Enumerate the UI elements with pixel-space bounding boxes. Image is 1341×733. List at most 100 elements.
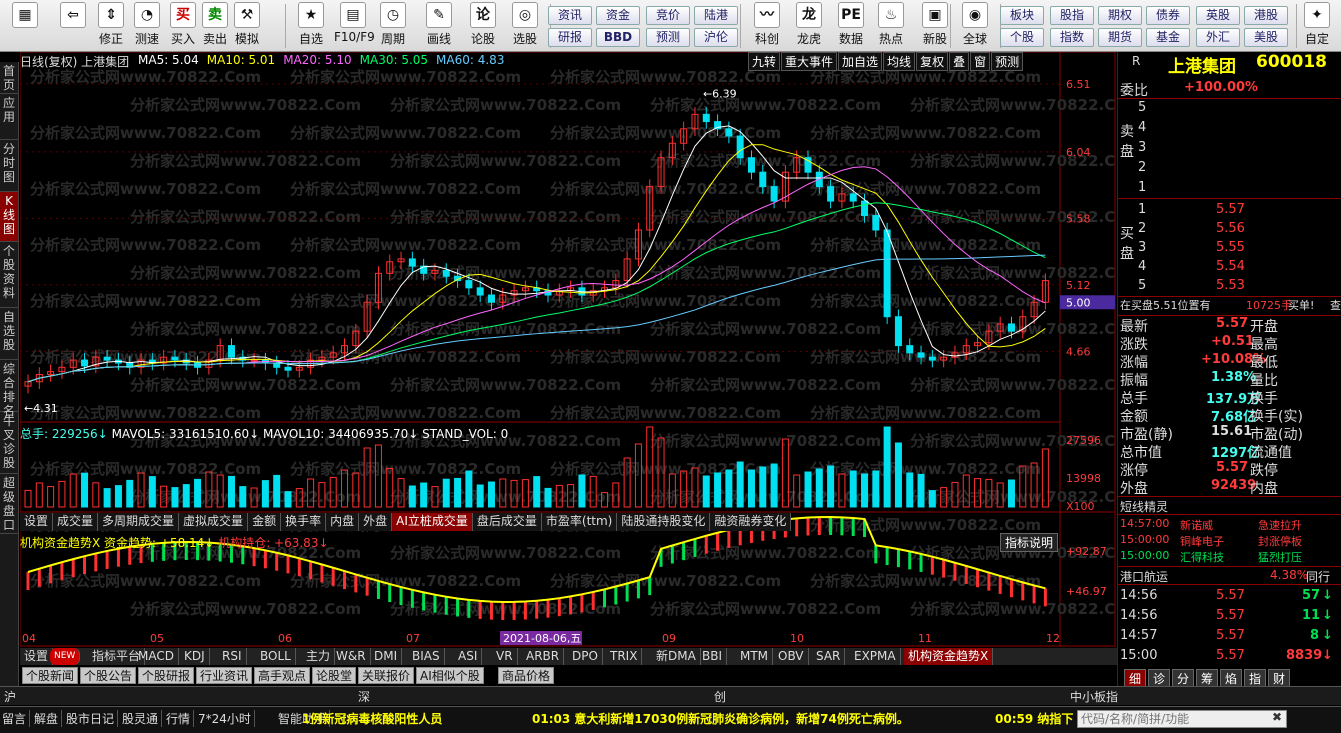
subtab-4[interactable]: 金额	[248, 513, 282, 531]
quick-5-button[interactable]: 股指	[1050, 6, 1094, 25]
ind-tab-8[interactable]: W&R	[332, 648, 371, 665]
status-item-1[interactable]: 解盘	[34, 710, 63, 727]
ind-tab-4[interactable]: KDJ	[180, 648, 210, 665]
news-tab-4[interactable]: 高手观点	[254, 667, 311, 684]
subtab-2[interactable]: 多周期成交量	[98, 513, 180, 531]
star-button[interactable]: ★ 自选	[292, 2, 330, 50]
leftnav-item-6[interactable]: 综 合 排 名	[0, 360, 18, 418]
ind-tab-15[interactable]: TRIX	[606, 648, 643, 665]
search-clear-icon[interactable]: ✖	[1272, 710, 1282, 724]
dragon-button[interactable]: 龙龙虎	[790, 2, 828, 50]
news-ticker-1[interactable]: 1例新冠病毒核酸阳性人员	[302, 710, 442, 727]
subtab-3[interactable]: 虚拟成交量	[179, 513, 249, 531]
ind-tab-21[interactable]: EXPMA	[850, 648, 901, 665]
kline-chart-area[interactable]: 分析家公式网www.70822.Com 分析家公式网www.70822.Com 分析…	[19, 51, 1141, 647]
clock-button[interactable]: ◔ 测速	[128, 2, 166, 50]
status-item-3[interactable]: 股灵通	[122, 710, 163, 727]
leftnav-item-2[interactable]: 分 时 图	[0, 140, 18, 192]
grid-button[interactable]: ▦	[6, 2, 44, 50]
indicator-help-button[interactable]: 指标说明	[1000, 533, 1059, 552]
status-item-2[interactable]: 股市日记	[66, 710, 119, 727]
quick-3-button[interactable]: 陆港	[694, 6, 738, 25]
search-input[interactable]	[1077, 710, 1287, 728]
news-tab-6[interactable]: 关联报价	[358, 667, 415, 684]
chart-btn-3[interactable]: 均线	[883, 52, 916, 71]
quick2-6-button[interactable]: 期货	[1098, 28, 1142, 47]
news-tab-0[interactable]: 个股新闻	[22, 667, 79, 684]
index-cy[interactable]: 创	[714, 688, 726, 705]
ind-tab-10[interactable]: BIAS	[408, 648, 445, 665]
quick-8-button[interactable]: 英股	[1196, 6, 1240, 25]
subtab-6[interactable]: 内盘	[326, 513, 360, 531]
ind-tab-14[interactable]: DPO	[568, 648, 603, 665]
leftnav-item-0[interactable]: 首 页	[0, 62, 18, 94]
back-arrow-button[interactable]: ⇦	[54, 2, 92, 50]
ind-tab-17[interactable]: BBI	[698, 648, 728, 665]
quick2-9-button[interactable]: 美股	[1244, 28, 1288, 47]
chart-btn-7[interactable]: 预测	[991, 52, 1024, 71]
subtab-11[interactable]: 陆股通持股变化	[617, 513, 711, 531]
quick2-0-button[interactable]: 研报	[548, 28, 592, 47]
pen-button[interactable]: ✎ 画线	[420, 2, 458, 50]
globe-button[interactable]: ◉ 全球	[956, 2, 994, 50]
talk-button[interactable]: 论论股	[464, 2, 502, 50]
news-tab-8[interactable]: 商品价格	[498, 667, 555, 684]
index-sz[interactable]: 深	[358, 688, 370, 705]
leftnav-item-8[interactable]: 超 级 盘 口	[0, 474, 18, 534]
quick2-1-button[interactable]: BBD	[596, 28, 640, 47]
leftnav-item-3[interactable]: K 线 图	[0, 192, 18, 242]
subtab-10[interactable]: 市盈率(ttm)	[541, 513, 618, 531]
quick2-7-button[interactable]: 基金	[1146, 28, 1190, 47]
quick-9-button[interactable]: 港股	[1244, 6, 1288, 25]
subtab-8[interactable]: AI立桩成交量	[392, 513, 473, 531]
chart-btn-4[interactable]: 复权	[916, 52, 949, 71]
ind-tab-19[interactable]: OBV	[774, 648, 809, 665]
hammer-button[interactable]: ⚒ 模拟	[228, 2, 266, 50]
leftnav-item-7[interactable]: 牛 叉 诊 股	[0, 412, 18, 474]
custom-button[interactable]: ✦ 自定	[1298, 2, 1336, 50]
quick-7-button[interactable]: 债券	[1146, 6, 1190, 25]
quick2-2-button[interactable]: 预测	[646, 28, 690, 47]
quick2-3-button[interactable]: 沪伦	[694, 28, 738, 47]
status-item-0[interactable]: 留言	[2, 710, 31, 727]
news-tab-2[interactable]: 个股研报	[138, 667, 195, 684]
chart-btn-0[interactable]: 九转	[748, 52, 781, 71]
ind-tab-18[interactable]: MTM	[736, 648, 774, 665]
news-ticker-2[interactable]: 01:03 意大利新增17030例新冠肺炎确诊病例，新增74例死亡病例。	[532, 710, 909, 727]
subtab-0[interactable]: 设置	[20, 513, 54, 531]
ind-tab-5[interactable]: RSI	[218, 648, 247, 665]
ind-tab-0[interactable]: 设置	[20, 648, 54, 665]
quick2-5-button[interactable]: 指数	[1050, 28, 1094, 47]
chart-btn-2[interactable]: 加自选	[838, 52, 883, 71]
leftnav-item-1[interactable]: 应 用	[0, 94, 18, 140]
ind-tab-6[interactable]: BOLL	[256, 648, 296, 665]
quick-0-button[interactable]: 资讯	[548, 6, 592, 25]
f10-button[interactable]: ▤ F10/F9	[334, 2, 375, 50]
ind-tab-3[interactable]: MACD	[134, 648, 179, 665]
ind-tab-1[interactable]: NEW	[50, 648, 81, 665]
subtab-5[interactable]: 换手率	[281, 513, 327, 531]
kechuang-button[interactable]: 〰科创	[748, 2, 786, 50]
index-sh[interactable]: 沪	[4, 688, 16, 705]
chart-btn-1[interactable]: 重大事件	[781, 52, 838, 71]
news-tab-5[interactable]: 论股堂	[312, 667, 357, 684]
subtab-1[interactable]: 成交量	[53, 513, 99, 531]
ind-tab-16[interactable]: 新DMA	[652, 648, 701, 665]
ind-tab-12[interactable]: VR	[492, 648, 518, 665]
chart-btn-5[interactable]: 叠	[949, 52, 970, 71]
quick-4-button[interactable]: 板块	[1000, 6, 1044, 25]
leftnav-item-4[interactable]: 个 股 资 料	[0, 242, 18, 308]
ind-tab-11[interactable]: ASI	[454, 648, 483, 665]
subtab-9[interactable]: 盘后成交量	[472, 513, 542, 531]
quick2-8-button[interactable]: 外汇	[1196, 28, 1240, 47]
quick-6-button[interactable]: 期权	[1098, 6, 1142, 25]
news-ticker-3[interactable]: 00:59 纳指下	[995, 710, 1073, 727]
status-item-5[interactable]: 7*24小时	[198, 710, 255, 727]
chart-btn-6[interactable]: 窗	[970, 52, 991, 71]
pe-button[interactable]: PE 数据	[832, 2, 870, 50]
fire-button[interactable]: ♨ 热点	[872, 2, 910, 50]
quick2-4-button[interactable]: 个股	[1000, 28, 1044, 47]
pick-button[interactable]: ◎ 选股	[506, 2, 544, 50]
ind-tab-20[interactable]: SAR	[812, 648, 846, 665]
news-tab-1[interactable]: 个股公告	[80, 667, 137, 684]
